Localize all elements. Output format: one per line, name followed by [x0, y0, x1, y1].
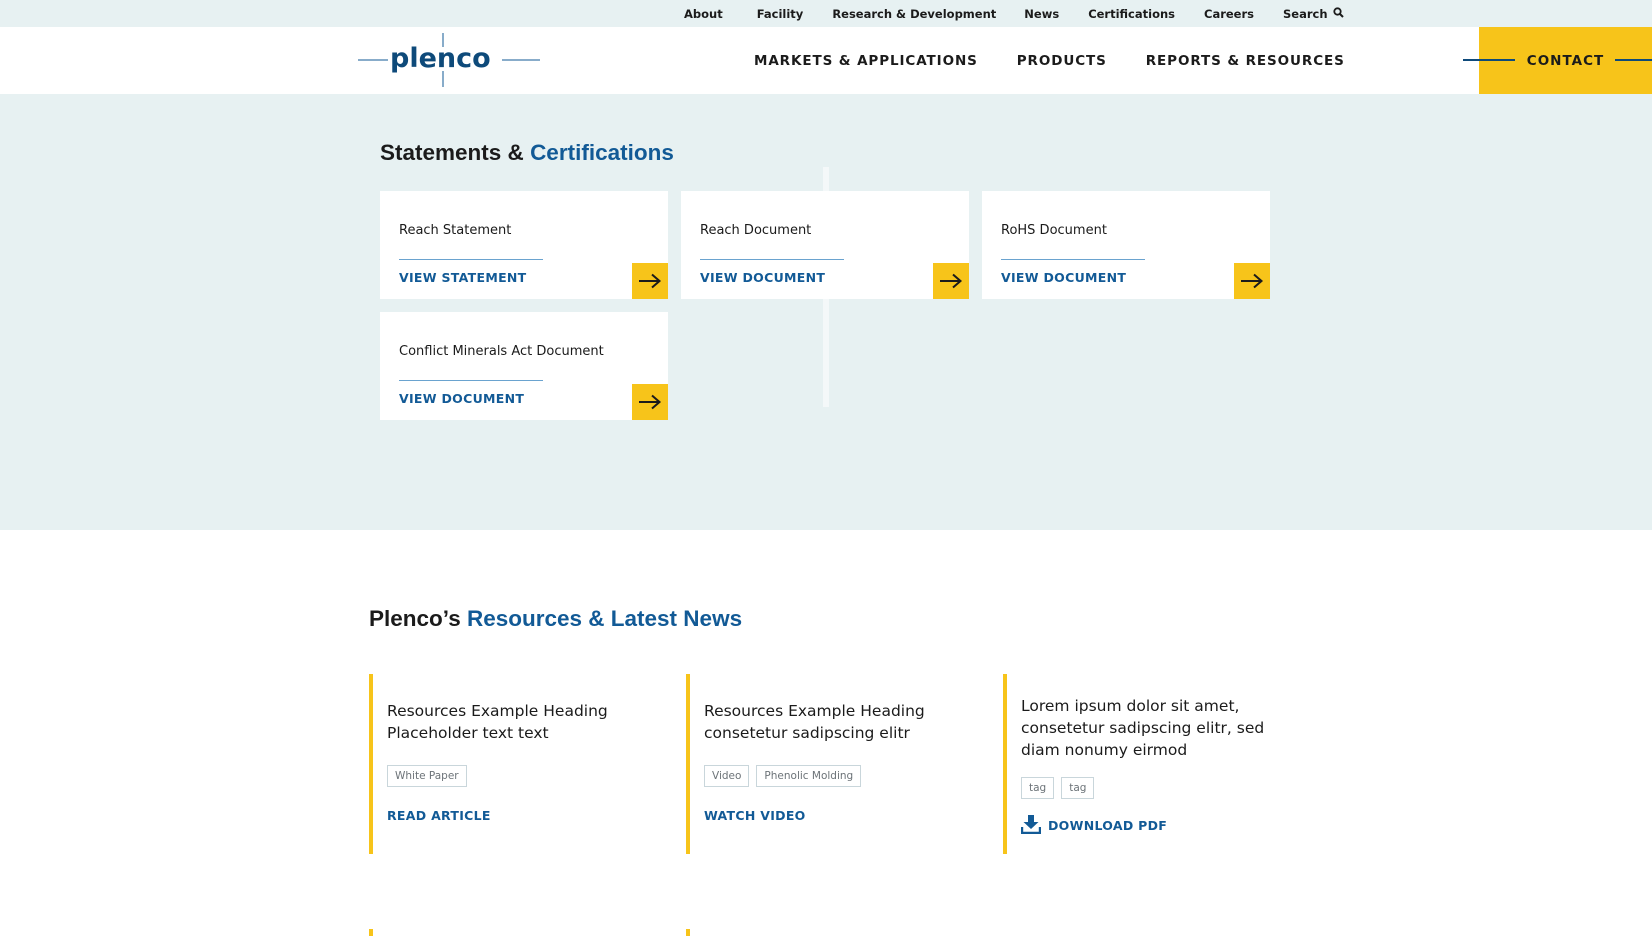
resource-tag[interactable]: tag — [1061, 777, 1095, 799]
resources-title-accent: Resources & Latest News — [466, 606, 743, 631]
download-icon — [1020, 814, 1042, 837]
resource-tag[interactable]: White Paper — [387, 765, 467, 787]
resource-card: Resources Example Heading consetetur sad… — [686, 674, 986, 854]
resource-link-label: WATCH VIDEO — [704, 808, 806, 823]
statement-card: RoHS Document VIEW DOCUMENT — [982, 191, 1270, 299]
resources-title-prefix: Plenco’s — [369, 606, 461, 631]
utility-link-facility[interactable]: Facility — [757, 7, 804, 21]
resource-card-peek — [686, 929, 690, 936]
card-divider — [399, 259, 543, 260]
view-document-link[interactable]: VIEW DOCUMENT — [700, 270, 825, 285]
statements-section: Statements & Certifications Reach Statem… — [0, 94, 1652, 530]
arrow-right-icon[interactable] — [1234, 263, 1270, 299]
download-pdf-link[interactable]: DOWNLOAD PDF — [1020, 814, 1168, 837]
card-title: Reach Document — [700, 223, 812, 238]
utility-link-careers[interactable]: Careers — [1204, 7, 1254, 21]
statement-card: Conflict Minerals Act Document VIEW DOCU… — [380, 312, 668, 420]
resource-link-label: READ ARTICLE — [387, 808, 491, 823]
resource-link-label: DOWNLOAD PDF — [1048, 818, 1168, 833]
statement-card: Reach Statement VIEW STATEMENT — [380, 191, 668, 299]
utility-link-certifications[interactable]: Certifications — [1088, 7, 1175, 21]
utility-nav: About Facility Research & Development Ne… — [684, 0, 1344, 27]
contact-label: CONTACT — [1526, 52, 1605, 69]
resource-tag[interactable]: Phenolic Molding — [756, 765, 862, 787]
nav-reports-resources[interactable]: REPORTS & RESOURCES — [1146, 53, 1345, 69]
resource-tag[interactable]: Video — [704, 765, 750, 787]
arrow-right-icon[interactable] — [632, 384, 668, 420]
card-divider — [399, 380, 543, 381]
arrow-right-icon[interactable] — [632, 263, 668, 299]
contact-decor-line-right — [1615, 59, 1652, 61]
resource-tags: tag tag — [1021, 777, 1095, 799]
statements-title: Statements & Certifications — [380, 140, 674, 166]
utility-link-research-development[interactable]: Research & Development — [832, 7, 996, 21]
main-nav: MARKETS & APPLICATIONS PRODUCTS REPORTS … — [754, 27, 1345, 94]
utility-bar: About Facility Research & Development Ne… — [0, 0, 1652, 27]
search-label: Search — [1283, 6, 1328, 21]
nav-products[interactable]: PRODUCTS — [1017, 53, 1107, 69]
card-divider — [700, 259, 844, 260]
view-statement-link[interactable]: VIEW STATEMENT — [399, 270, 527, 285]
logo-wordmark: plenco — [390, 43, 491, 74]
utility-link-about[interactable]: About — [684, 7, 723, 21]
resource-card: Resources Example Heading Placeholder te… — [369, 674, 669, 854]
resource-tag[interactable]: tag — [1021, 777, 1055, 799]
statements-title-accent: Certifications — [530, 140, 674, 165]
card-title: RoHS Document — [1001, 223, 1107, 238]
search-icon — [1332, 6, 1344, 21]
card-title: Reach Statement — [399, 223, 512, 238]
resource-heading: Resources Example Heading consetetur sad… — [704, 702, 925, 742]
resource-heading: Resources Example Heading Placeholder te… — [387, 702, 608, 742]
nav-markets-applications[interactable]: MARKETS & APPLICATIONS — [754, 53, 978, 69]
card-title: Conflict Minerals Act Document — [399, 344, 604, 359]
watch-video-link[interactable]: WATCH VIDEO — [704, 808, 806, 823]
resource-card: Lorem ipsum dolor sit amet, consetetur s… — [1003, 674, 1303, 854]
card-divider — [1001, 259, 1145, 260]
contact-area: CONTACT — [1463, 27, 1652, 94]
statement-card: Reach Document VIEW DOCUMENT — [681, 191, 969, 299]
read-article-link[interactable]: READ ARTICLE — [387, 808, 491, 823]
resources-title: Plenco’s Resources & Latest News — [369, 606, 742, 632]
view-document-link[interactable]: VIEW DOCUMENT — [1001, 270, 1126, 285]
resource-heading: Lorem ipsum dolor sit amet, consetetur s… — [1021, 697, 1265, 759]
resource-tags: Video Phenolic Molding — [704, 765, 862, 787]
statements-title-prefix: Statements & — [380, 140, 524, 165]
plenco-logo[interactable]: plenco — [358, 33, 540, 87]
view-document-link[interactable]: VIEW DOCUMENT — [399, 391, 524, 406]
search-link[interactable]: Search — [1283, 7, 1344, 21]
contact-decor-line-left — [1463, 59, 1515, 61]
resource-card-peek — [369, 929, 373, 936]
resource-tags: White Paper — [387, 765, 467, 787]
main-header: plenco MARKETS & APPLICATIONS PRODUCTS R… — [0, 27, 1652, 94]
arrow-right-icon[interactable] — [933, 263, 969, 299]
utility-link-news[interactable]: News — [1024, 7, 1059, 21]
